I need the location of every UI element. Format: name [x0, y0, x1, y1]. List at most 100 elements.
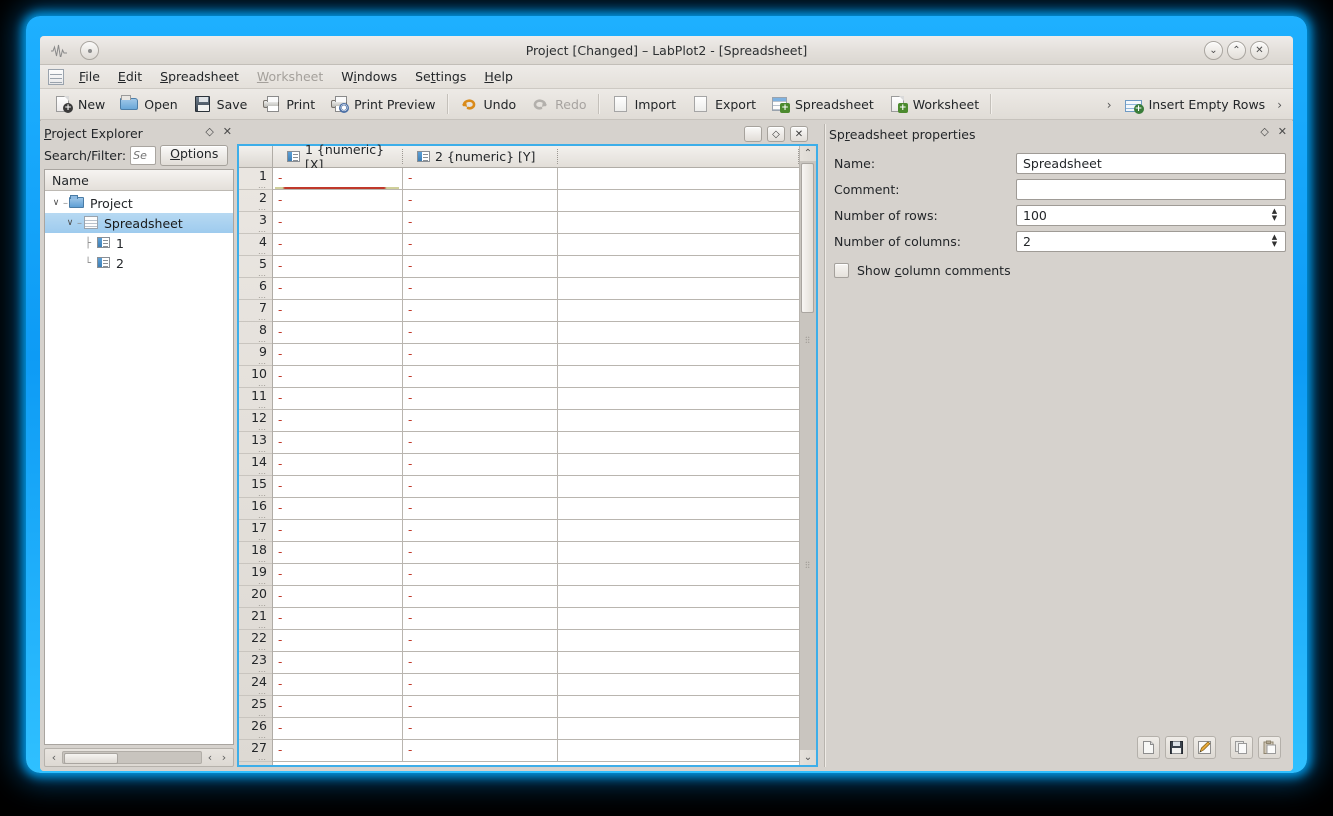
row-header[interactable]: 13…: [239, 432, 272, 454]
table-cell[interactable]: [558, 740, 799, 761]
row-header[interactable]: 4…: [239, 234, 272, 256]
menu-edit[interactable]: Edit: [109, 66, 151, 88]
table-cell[interactable]: [558, 190, 799, 211]
table-row[interactable]: --: [273, 696, 799, 718]
scroll-up-icon[interactable]: ⌃: [800, 146, 816, 161]
table-cell[interactable]: [558, 300, 799, 321]
spinner-icon-2[interactable]: ▲ ▼: [1268, 233, 1281, 250]
table-row[interactable]: --: [273, 388, 799, 410]
table-cell[interactable]: -: [403, 674, 558, 695]
toolbar-print-button[interactable]: Print: [254, 92, 322, 117]
table-row[interactable]: --: [273, 520, 799, 542]
table-row[interactable]: --: [273, 608, 799, 630]
spinner-down-icon[interactable]: ▼: [1272, 215, 1277, 222]
table-cell[interactable]: -: [273, 212, 403, 233]
copy-button[interactable]: [1230, 736, 1253, 759]
spinner-down-icon-2[interactable]: ▼: [1272, 241, 1277, 248]
table-cell[interactable]: -: [403, 520, 558, 541]
table-cell[interactable]: -: [273, 696, 403, 717]
table-cell[interactable]: -: [403, 190, 558, 211]
table-cell[interactable]: -: [403, 300, 558, 321]
table-cell[interactable]: [558, 564, 799, 585]
table-cell[interactable]: -: [273, 388, 403, 409]
scroll-down-icon[interactable]: ⌄: [800, 750, 816, 765]
table-cell[interactable]: -: [403, 630, 558, 651]
row-header[interactable]: 11…: [239, 388, 272, 410]
table-row[interactable]: --: [273, 190, 799, 212]
table-row[interactable]: --: [273, 652, 799, 674]
row-header[interactable]: 22…: [239, 630, 272, 652]
table-cell[interactable]: -: [273, 278, 403, 299]
scroll-left-icon-2[interactable]: ‹: [203, 751, 217, 764]
table-cell[interactable]: [558, 652, 799, 673]
table-cell[interactable]: [558, 696, 799, 717]
table-cell[interactable]: [558, 168, 799, 189]
row-header[interactable]: 2…: [239, 190, 272, 212]
table-cell[interactable]: -: [403, 256, 558, 277]
tree-item-spreadsheet[interactable]: ∨ – Spreadsheet: [45, 213, 233, 233]
number-of-rows-stepper[interactable]: ▲ ▼: [1016, 205, 1286, 226]
table-cell[interactable]: -: [403, 432, 558, 453]
table-cell[interactable]: [558, 542, 799, 563]
table-cell[interactable]: [558, 630, 799, 651]
number-of-columns-stepper[interactable]: ▲ ▼: [1016, 231, 1286, 252]
table-cell[interactable]: [558, 718, 799, 739]
table-cell[interactable]: [558, 608, 799, 629]
table-cell[interactable]: -: [273, 542, 403, 563]
table-row[interactable]: --: [273, 476, 799, 498]
table-cell[interactable]: -: [403, 586, 558, 607]
row-header[interactable]: 18…: [239, 542, 272, 564]
tree-item-project[interactable]: ∨ – Project: [45, 193, 233, 213]
table-cell[interactable]: -: [403, 212, 558, 233]
scrollbar-track[interactable]: [62, 751, 202, 764]
table-cell[interactable]: [558, 322, 799, 343]
table-row[interactable]: --: [273, 498, 799, 520]
row-header[interactable]: 17…: [239, 520, 272, 542]
table-row[interactable]: --: [273, 454, 799, 476]
titlebar-shade-button[interactable]: ⌄: [1204, 41, 1223, 60]
save-template-button[interactable]: [1165, 736, 1188, 759]
table-row[interactable]: --: [273, 674, 799, 696]
tree-column-header[interactable]: Name: [45, 170, 233, 191]
table-row[interactable]: --: [273, 586, 799, 608]
row-header[interactable]: 19…: [239, 564, 272, 586]
table-cell[interactable]: -: [403, 366, 558, 387]
explorer-close-button[interactable]: ✕: [223, 125, 232, 139]
table-cell[interactable]: -: [273, 498, 403, 519]
row-header[interactable]: 6…: [239, 278, 272, 300]
table-cell[interactable]: [558, 410, 799, 431]
explorer-horizontal-scrollbar[interactable]: ‹ ‹ ›: [44, 748, 234, 767]
tree-item-column-2[interactable]: └ 2: [45, 253, 233, 273]
number-of-rows-field[interactable]: [1016, 205, 1286, 226]
table-cell[interactable]: -: [403, 498, 558, 519]
menu-spreadsheet[interactable]: Spreadsheet: [151, 66, 248, 88]
table-row[interactable]: --: [273, 234, 799, 256]
row-header[interactable]: 1…: [239, 168, 272, 190]
toolbar-new-button[interactable]: + New: [46, 92, 112, 117]
table-cell[interactable]: [558, 278, 799, 299]
row-header[interactable]: 14…: [239, 454, 272, 476]
table-cell[interactable]: -: [403, 718, 558, 739]
table-cell[interactable]: -: [273, 432, 403, 453]
table-row[interactable]: --: [273, 630, 799, 652]
row-header[interactable]: 23…: [239, 652, 272, 674]
toolbar-overflow-left-chevron[interactable]: ›: [1102, 98, 1117, 112]
row-header[interactable]: 10…: [239, 366, 272, 388]
table-cell[interactable]: -: [403, 542, 558, 563]
table-cell[interactable]: -: [273, 454, 403, 475]
row-header[interactable]: 12…: [239, 410, 272, 432]
table-cell[interactable]: [558, 674, 799, 695]
table-cell[interactable]: -: [273, 674, 403, 695]
table-cell[interactable]: -: [273, 322, 403, 343]
row-header[interactable]: 25…: [239, 696, 272, 718]
spinner-icon[interactable]: ▲ ▼: [1268, 207, 1281, 224]
number-of-columns-field[interactable]: [1016, 231, 1286, 252]
table-cell[interactable]: -: [273, 608, 403, 629]
table-cell[interactable]: [558, 366, 799, 387]
table-cell[interactable]: -: [403, 168, 558, 189]
table-cell[interactable]: -: [273, 366, 403, 387]
row-header[interactable]: 27…: [239, 740, 272, 762]
table-cell[interactable]: -: [403, 454, 558, 475]
toolbar-new-spreadsheet-button[interactable]: + Spreadsheet: [763, 92, 881, 117]
titlebar-close-button[interactable]: ✕: [1250, 41, 1269, 60]
